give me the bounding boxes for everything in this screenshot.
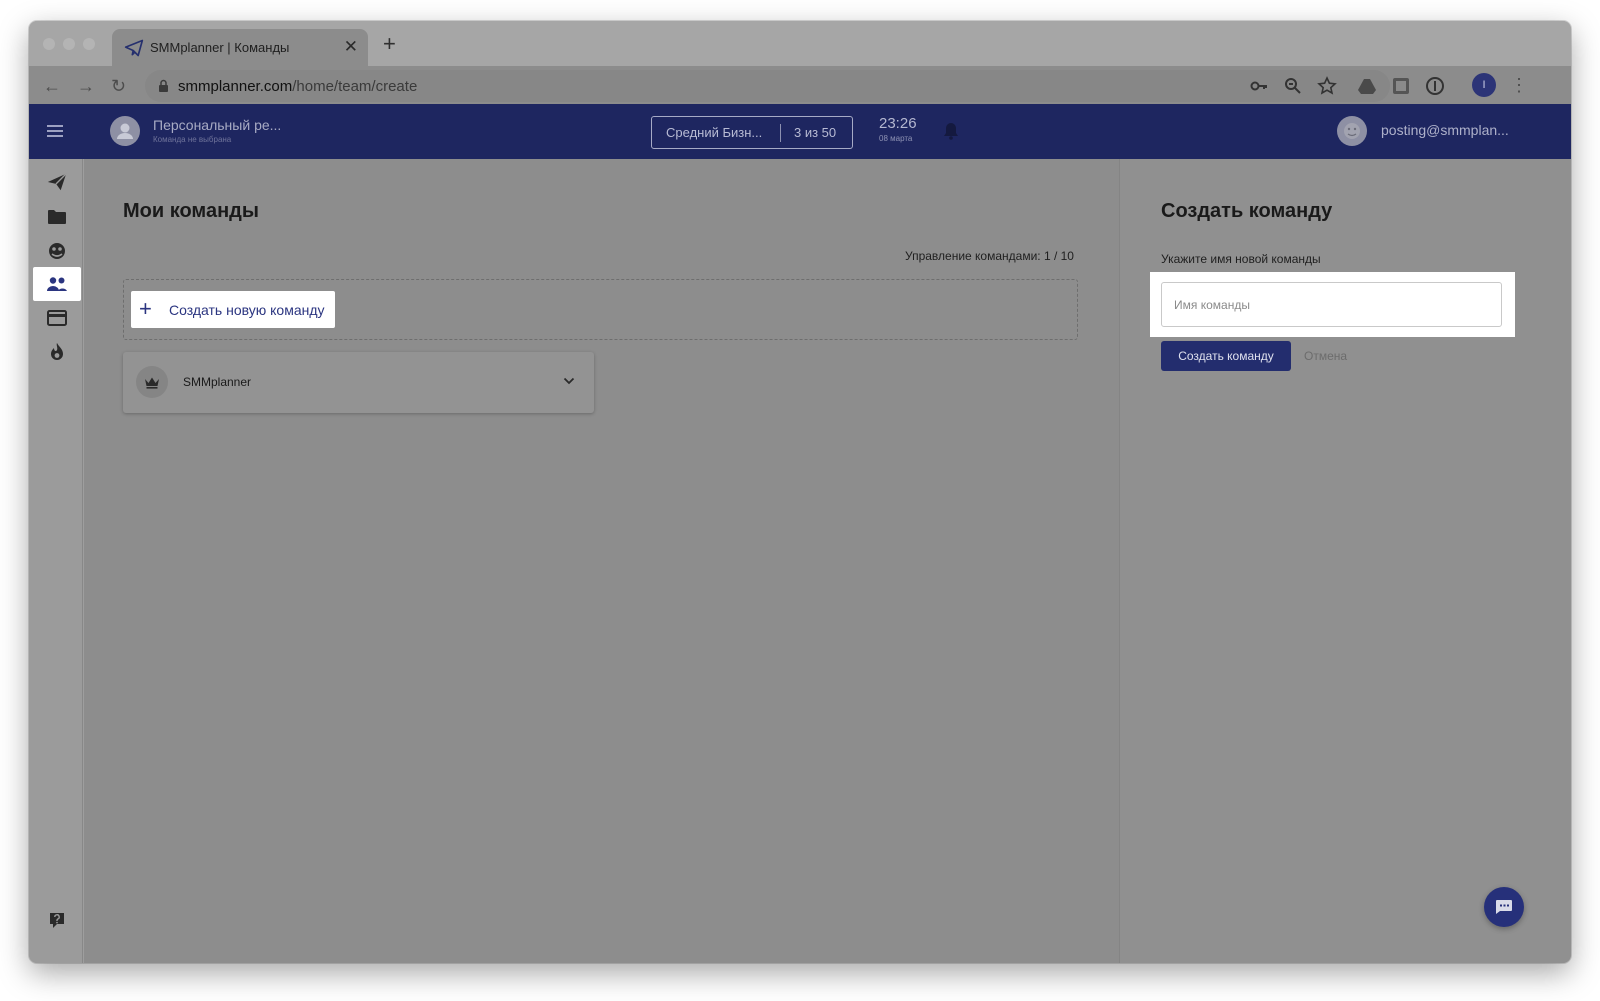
plan-divider (780, 124, 781, 142)
app-header: Персональный ре... Команда не выбрана Ср… (29, 104, 1571, 159)
fire-icon (51, 343, 63, 360)
user-avatar[interactable] (1337, 116, 1367, 146)
team-name-field-label: Укажите имя новой команды (1161, 252, 1321, 266)
sidebar-item-billing[interactable] (33, 301, 81, 335)
back-icon[interactable]: ← (43, 74, 61, 98)
cancel-button[interactable]: Отмена (1304, 349, 1347, 363)
sidebar-item-teams[interactable] (33, 267, 81, 301)
chat-icon (1496, 900, 1512, 914)
window-close-dot[interactable] (43, 38, 55, 50)
support-chat-button[interactable] (1484, 887, 1524, 927)
user-face-icon (1344, 123, 1360, 139)
team-avatar (136, 366, 168, 398)
tab-title: SMMplanner | Команды (150, 40, 290, 55)
new-tab-icon[interactable]: + (383, 33, 396, 55)
tab-close-icon[interactable]: ✕ (344, 37, 358, 57)
team-name-field-highlight (1150, 272, 1515, 337)
chevron-down-icon[interactable] (563, 376, 575, 386)
create-team-dropzone: + Создать новую команду (123, 279, 1078, 340)
create-team-submit-button[interactable]: Создать команду (1161, 341, 1291, 371)
zoom-icon[interactable] (1283, 76, 1303, 96)
plan-usage: 3 из 50 (794, 125, 837, 140)
info-extension-icon[interactable] (1425, 76, 1445, 96)
create-new-team-label: Создать новую команду (169, 302, 325, 318)
team-management-counter: Управление командами: 1 / 10 (905, 249, 1074, 263)
create-team-title: Создать команду (1161, 200, 1333, 222)
sidebar (29, 159, 83, 963)
sidebar-item-posts[interactable] (33, 165, 81, 199)
window-zoom-dot[interactable] (83, 38, 95, 50)
crown-icon (145, 377, 159, 389)
sidebar-help[interactable] (33, 903, 81, 937)
profile-avatar[interactable]: I (1472, 73, 1496, 97)
plan-name: Средний Бизн... (666, 125, 763, 140)
address-bar[interactable]: smmplanner.com/home/team/create (145, 70, 1390, 102)
smmplanner-logo-icon (124, 39, 144, 57)
team-name: SMMplanner (183, 375, 252, 389)
teams-main-area: Мои команды Управление командами: 1 / 10… (84, 159, 1119, 963)
clock-date: 08 марта (879, 134, 913, 143)
window-minimize-dot[interactable] (63, 38, 75, 50)
create-team-panel: Создать команду Укажите имя новой команд… (1119, 159, 1571, 963)
help-icon (50, 913, 64, 928)
reload-icon[interactable]: ↻ (111, 74, 126, 98)
url-text: smmplanner.com/home/team/create (178, 78, 418, 95)
user-email[interactable]: posting@smmplan... (1381, 122, 1509, 138)
account-avatar[interactable] (110, 116, 140, 146)
browser-toolbar: ← → ↻ smmplanner.com/home/team/create I … (29, 66, 1571, 106)
person-icon (117, 123, 133, 139)
plus-icon: + (139, 296, 152, 321)
account-name[interactable]: Персональный ре... (153, 117, 281, 133)
drive-extension-icon[interactable] (1357, 76, 1377, 96)
extension-icon[interactable] (1391, 76, 1411, 96)
sidebar-item-accounts[interactable] (33, 234, 81, 268)
bell-icon[interactable] (943, 122, 959, 140)
team-name-input[interactable] (1161, 282, 1502, 327)
bookmark-star-icon[interactable] (1317, 76, 1337, 96)
folder-icon (48, 210, 66, 224)
browser-window: SMMplanner | Команды ✕ + ← → ↻ smmplanne… (29, 21, 1571, 963)
clock-time: 23:26 (879, 115, 917, 132)
create-new-team-button[interactable]: + Создать новую команду (131, 291, 335, 328)
team-icon (47, 277, 67, 291)
browser-tabbar: SMMplanner | Команды ✕ + (29, 21, 1571, 66)
browser-menu-icon[interactable]: ⋮ (1510, 73, 1528, 97)
page-title: Мои команды (123, 200, 259, 222)
social-accounts-icon (49, 243, 65, 259)
hamburger-menu-icon[interactable] (45, 122, 67, 140)
team-card[interactable]: SMMplanner (123, 352, 594, 413)
lock-icon (159, 79, 168, 92)
account-subtitle: Команда не выбрана (153, 135, 232, 144)
send-icon (47, 173, 67, 191)
sidebar-item-projects[interactable] (33, 200, 81, 234)
browser-tab-active[interactable]: SMMplanner | Команды ✕ (112, 29, 368, 66)
key-icon[interactable] (1249, 76, 1269, 96)
plan-indicator[interactable]: Средний Бизн... 3 из 50 (651, 116, 853, 149)
forward-icon[interactable]: → (77, 74, 95, 98)
sidebar-item-hot[interactable] (33, 335, 81, 369)
payment-card-icon (47, 310, 67, 326)
